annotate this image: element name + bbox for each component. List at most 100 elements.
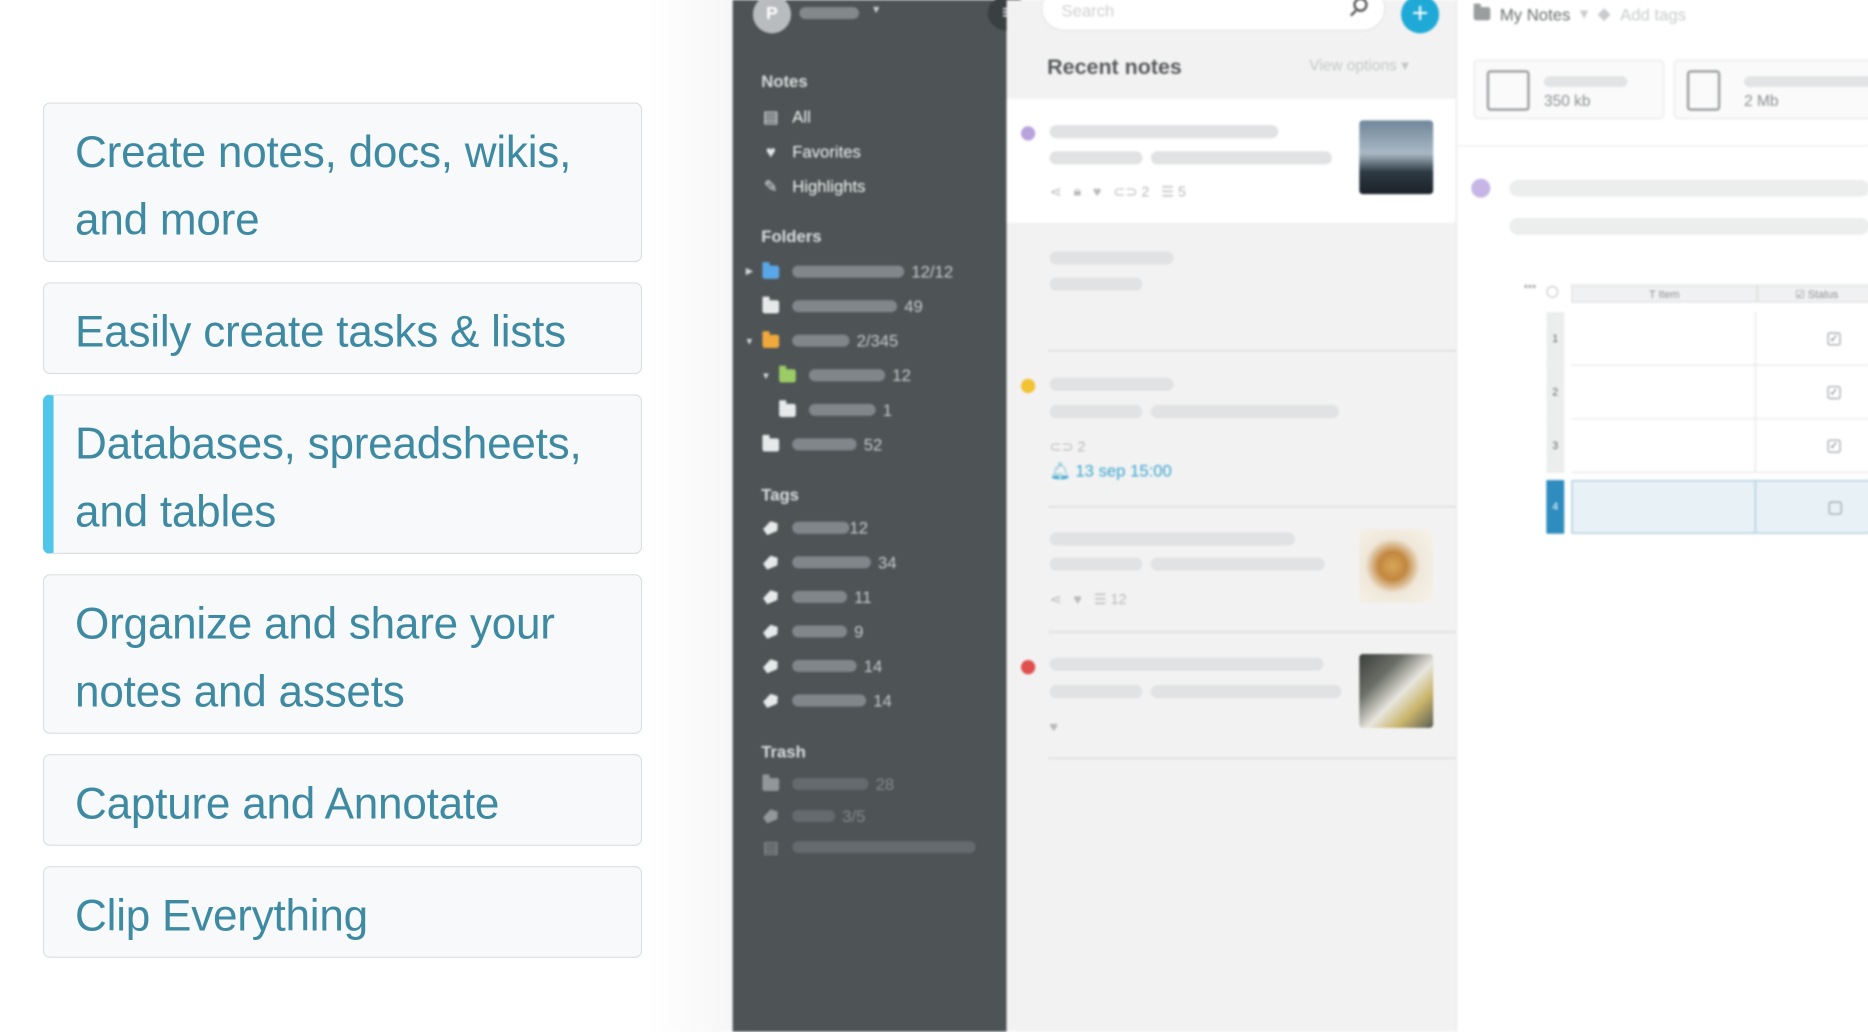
link-count: 2 [1141, 182, 1150, 200]
note-title-placeholder [1049, 125, 1279, 139]
attachment-card[interactable]: 350 kb [1473, 59, 1665, 120]
chevron-down-icon[interactable]: ▼ [871, 4, 882, 16]
trash-name-placeholder [792, 777, 869, 790]
row-number[interactable]: 2 [1546, 365, 1565, 420]
note-text-placeholder [1150, 405, 1340, 419]
note-thumbnail [1359, 120, 1434, 195]
folder-count: 49 [904, 296, 923, 316]
table-row[interactable]: ✓ [1571, 419, 1868, 473]
feature-capture-annotate[interactable]: Capture and Annotate [42, 754, 643, 846]
tag-name-placeholder [792, 625, 848, 638]
note-card[interactable]: ⋖ 🔒︎ ♥ ⊂⊃ 2 ☰ 5 [1006, 98, 1456, 223]
trash-tag-item[interactable]: 3/5 [761, 804, 865, 828]
avatar[interactable]: P [752, 0, 792, 34]
folder-item[interactable]: 12/12 [761, 260, 953, 284]
feature-create-notes[interactable]: Create notes, docs, wikis, and more [42, 102, 643, 263]
chevron-down-icon: ▾ [1401, 55, 1409, 74]
note-title-placeholder [1049, 657, 1324, 671]
folder-item[interactable]: 49 [761, 294, 923, 318]
feature-tasks-lists[interactable]: Easily create tasks & lists [42, 282, 643, 375]
folder-item[interactable]: 52 [761, 432, 882, 456]
breadcrumb-folder[interactable]: My Notes [1500, 4, 1570, 23]
tag-item[interactable]: 12 [761, 516, 868, 540]
tags-heading: Tags [761, 484, 799, 504]
folder-count: 12 [892, 365, 911, 385]
list-count: 12 [1110, 590, 1127, 608]
note-text-placeholder [1509, 218, 1868, 235]
table-options-icon[interactable]: ••• [1524, 281, 1537, 294]
search-input[interactable]: Search [1041, 0, 1386, 31]
note-card[interactable]: ♥ [1007, 633, 1456, 759]
share-icon: ⋖ [1049, 182, 1062, 200]
folder-item[interactable]: 2/345 [761, 329, 898, 353]
add-note-button[interactable]: + [1401, 0, 1440, 34]
attachment-name-placeholder [1744, 76, 1868, 87]
column-header-label: Status [1807, 288, 1839, 301]
folder-name-placeholder [792, 334, 850, 347]
attachment-card[interactable]: 2 Mb [1673, 59, 1868, 120]
note-card[interactable] [1007, 223, 1456, 352]
note-text-placeholder [1049, 151, 1143, 165]
collapse-arrow-icon[interactable]: ▼ [745, 336, 754, 347]
add-tags-link[interactable]: Add tags [1620, 4, 1686, 23]
trash-note-item[interactable]: ▤ [761, 835, 976, 859]
note-text-placeholder [1150, 557, 1325, 571]
sidebar: P ▼ ≡ Notes ▤All ♥Favorites ✎Highlights … [732, 0, 1029, 1032]
note-card[interactable]: ⊂⊃ 2 [1007, 351, 1456, 506]
tag-item[interactable]: 14 [761, 654, 882, 678]
trash-name-placeholder [792, 841, 976, 853]
row-number[interactable]: 3 [1546, 419, 1565, 473]
link-icon: ⊂⊃ 2 [1113, 182, 1150, 200]
table-select-all[interactable] [1546, 285, 1559, 298]
column-divider [1754, 365, 1757, 420]
status-checkbox-checked[interactable]: ✓ [1827, 385, 1841, 400]
sidebar-item-favorites[interactable]: ♥ Favorites [761, 139, 861, 163]
divider [1048, 757, 1456, 759]
tag-item[interactable]: 9 [761, 619, 863, 643]
row-number[interactable]: 1 [1546, 312, 1565, 366]
tag-icon [761, 553, 780, 572]
column-header-status[interactable]: ☑ Status [1757, 284, 1868, 303]
tag-item[interactable]: 14 [761, 689, 892, 713]
notes-heading: Notes [761, 71, 808, 91]
status-checkbox-checked[interactable]: ✓ [1827, 439, 1841, 453]
attachment-name-placeholder [1543, 76, 1628, 87]
tag-item[interactable]: 34 [761, 550, 897, 574]
app-preview: P ▼ ≡ Notes ▤All ♥Favorites ✎Highlights … [643, 0, 1868, 1032]
table-row[interactable]: ✓ [1571, 365, 1868, 420]
column-header-item[interactable]: T Item [1571, 284, 1758, 303]
link-count: 2 [1077, 438, 1086, 456]
sidebar-item-label: Favorites [792, 141, 861, 161]
feature-label: Organize and share your notes and assets [75, 599, 555, 716]
search-icon[interactable] [1353, 0, 1368, 12]
note-title-placeholder [1049, 377, 1174, 391]
expand-arrow-icon[interactable]: ▶ [746, 266, 753, 277]
table-row[interactable]: ✓ [1571, 312, 1868, 366]
heart-icon: ♥ [765, 141, 776, 161]
row-number[interactable]: 4 [1546, 480, 1565, 534]
feature-label: Databases, spreadsheets, and tables [75, 419, 582, 537]
lock-icon: 🔒︎ [1073, 182, 1082, 199]
sidebar-item-highlights[interactable]: ✎ Highlights [761, 174, 866, 198]
feature-organize-share[interactable]: Organize and share your notes and assets [42, 574, 643, 734]
view-options-dropdown[interactable]: View options ▾ [1309, 56, 1409, 75]
note-title-placeholder [1049, 532, 1295, 546]
tag-item[interactable]: 11 [761, 585, 872, 609]
note-card[interactable]: ⋖ ♥ ☰ 12 [1007, 508, 1456, 632]
status-checkbox-unchecked[interactable] [1828, 501, 1842, 515]
feature-databases[interactable]: Databases, spreadsheets, and tables [42, 394, 643, 554]
folder-item[interactable]: 1 [778, 398, 892, 422]
folder-name-placeholder [808, 403, 876, 416]
table-row-selected[interactable] [1571, 480, 1868, 534]
share-icon: ⋖ [1049, 590, 1062, 608]
folder-item[interactable]: 12 [778, 363, 911, 387]
folder-icon [778, 399, 797, 419]
trash-folder-item[interactable]: 28 [761, 772, 894, 796]
sidebar-item-all[interactable]: ▤ All [761, 105, 811, 129]
collapse-arrow-icon[interactable]: ▼ [761, 371, 770, 382]
link-icon: ⊂⊃ 2 [1049, 438, 1086, 456]
status-checkbox-checked[interactable]: ✓ [1827, 332, 1841, 346]
attachment-size: 350 kb [1543, 91, 1591, 110]
feature-clip-everything[interactable]: Clip Everything [42, 866, 643, 958]
chevron-down-icon[interactable]: ▾ [1580, 4, 1588, 24]
